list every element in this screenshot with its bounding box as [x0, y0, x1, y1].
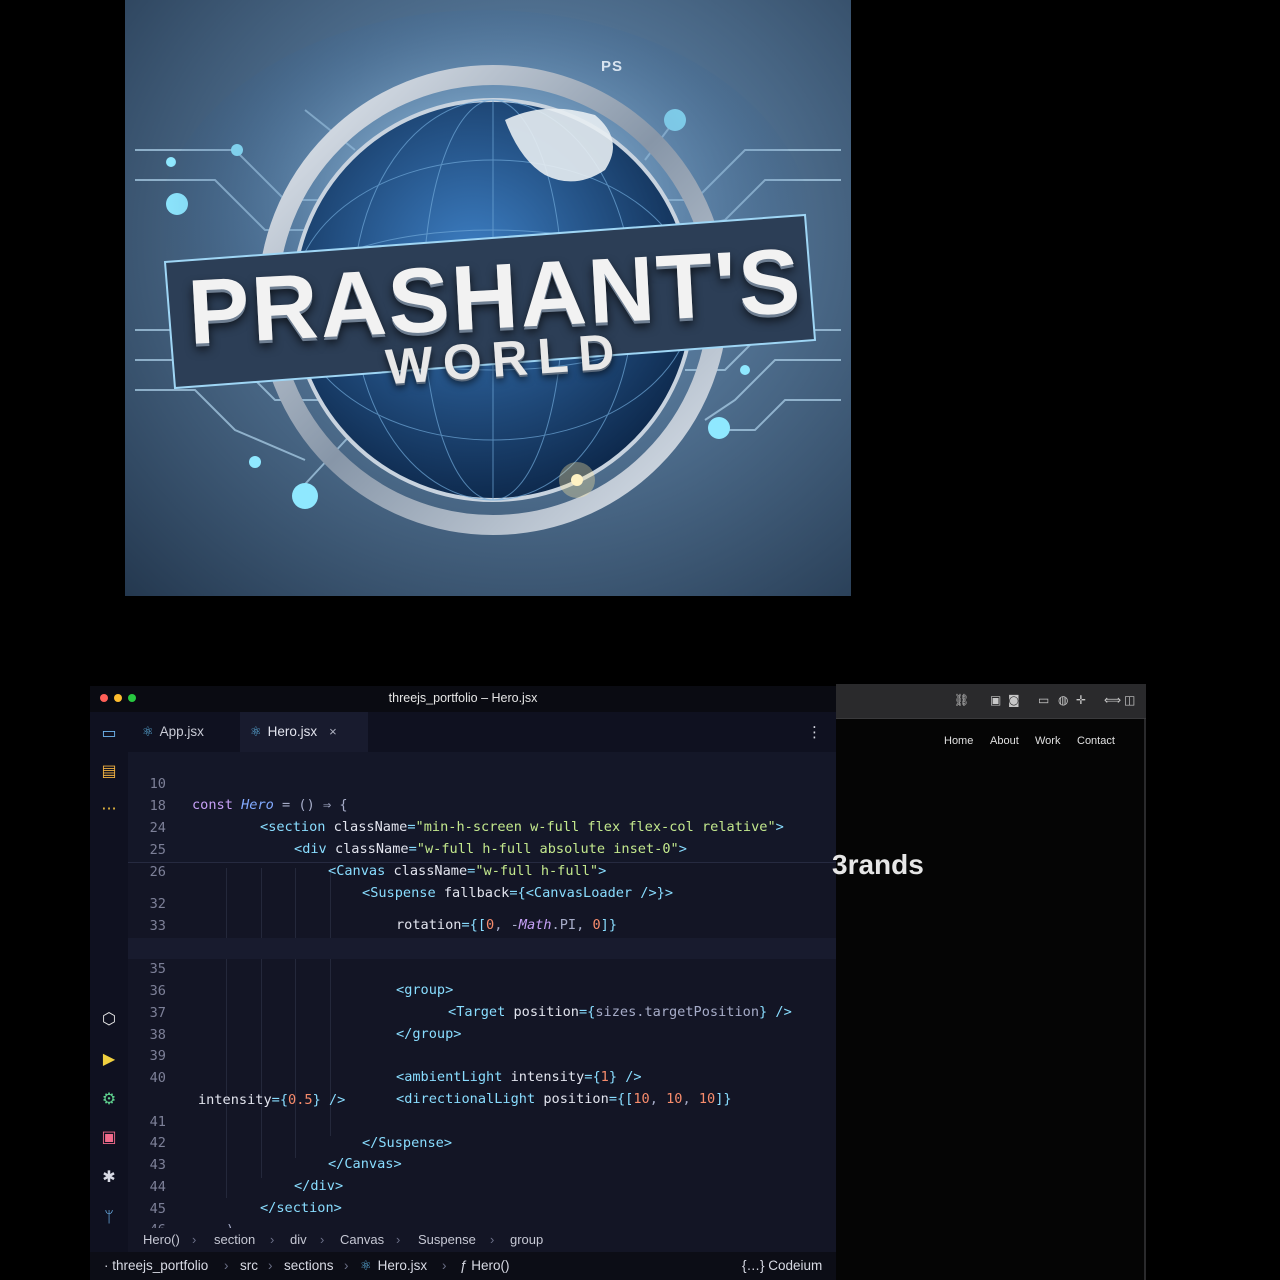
browser-toolbar: ⛓ ▣ ◙ ▭ ◍ ✛ ⟺ ◫: [836, 684, 1146, 719]
code-line[interactable]: 33 />: [128, 895, 836, 955]
breadcrumb-item[interactable]: section: [214, 1228, 255, 1252]
sticky-scroll-header: 10 const Hero = () ⇒ { 18 <section class…: [128, 752, 836, 901]
code-line-current[interactable]: 35 <group>: [128, 938, 836, 998]
status-path-text: threejs_portfolio: [112, 1258, 209, 1273]
code-area[interactable]: ✓ 10 const Hero = () ⇒ { 18 <section cla…: [128, 752, 836, 1228]
code-line[interactable]: 18 <section className="min-h-screen w-fu…: [128, 775, 836, 835]
link-icon[interactable]: ⛓: [954, 693, 969, 707]
code-editor-window: threejs_portfolio – Hero.jsx ▭ ▤ ··· ⬡ ▶…: [90, 686, 836, 1280]
structure-icon[interactable]: ▤: [98, 760, 120, 782]
tab-app-jsx[interactable]: ⚛ App.jsx: [128, 712, 254, 752]
browser-preview: ⛓ ▣ ◙ ▭ ◍ ✛ ⟺ ◫ Home About Work Contact …: [832, 684, 1146, 1280]
status-bar: · threejs_portfolio › src › sections › ⚛…: [90, 1252, 836, 1280]
code-text: ): [226, 1220, 234, 1228]
nav-link-contact[interactable]: Contact: [1077, 735, 1115, 747]
code-line[interactable]: 25 <Canvas className="w-full h-full">: [128, 819, 836, 879]
code-line[interactable]: 46 }: [128, 1199, 836, 1228]
chevron-right-icon: ›: [320, 1232, 325, 1247]
code-line[interactable]: 32 rotation={[0, -Math.PI, 0]}: [128, 873, 836, 933]
code-line[interactable]: 36 <Target position={sizes.targetPositio…: [128, 960, 836, 1020]
breadcrumb-item[interactable]: Suspense: [418, 1228, 476, 1252]
code-line[interactable]: 24 <div className="w-full h-full absolut…: [128, 797, 836, 857]
code-line[interactable]: 44 </section>: [128, 1156, 836, 1216]
status-path-item[interactable]: ƒ Hero(): [460, 1252, 510, 1280]
code-line[interactable]: 34: [128, 916, 836, 955]
breadcrumb-item[interactable]: Canvas: [340, 1228, 384, 1252]
codeium-status[interactable]: {…} Codeium: [742, 1252, 822, 1280]
sidebar-icon[interactable]: ◫: [1124, 693, 1135, 707]
nav-link-work[interactable]: Work: [1035, 735, 1060, 747]
terminal-icon[interactable]: ▣: [98, 1126, 120, 1148]
run-icon[interactable]: ▶: [98, 1048, 120, 1070]
tab-label: Hero.jsx: [267, 724, 318, 739]
code-line[interactable]: 40 <directionalLight position={[10, 10, …: [128, 1047, 836, 1107]
page-heading-fragment: 3rands: [832, 849, 924, 880]
chevron-right-icon: ›: [268, 1258, 273, 1273]
code-line[interactable]: 39 <ambientLight intensity={1} />: [128, 1025, 836, 1085]
breadcrumb-item[interactable]: Hero(): [143, 1228, 180, 1252]
logo-image: PS PRASHANT'S WORLD: [125, 0, 851, 596]
react-icon: ⚛: [360, 1258, 372, 1273]
chevron-right-icon: ›: [270, 1232, 275, 1247]
tab-bar: ⚛ App.jsx ⚛ Hero.jsx × ⋮: [128, 712, 836, 752]
camera-icon[interactable]: ◙: [1008, 693, 1020, 707]
breadcrumb-item[interactable]: div: [290, 1228, 307, 1252]
chevron-right-icon: ›: [490, 1232, 495, 1247]
crosshair-icon[interactable]: ✛: [1076, 693, 1086, 707]
chevron-right-icon: ›: [224, 1258, 229, 1273]
status-path-item[interactable]: sections: [284, 1252, 334, 1280]
window-icon[interactable]: ▭: [1038, 693, 1049, 707]
nav-link-about[interactable]: About: [990, 735, 1019, 747]
code-line[interactable]: 41 </Suspense>: [128, 1091, 836, 1151]
code-icon[interactable]: ⟺: [1104, 693, 1121, 707]
chevron-right-icon: ›: [396, 1232, 401, 1247]
code-line[interactable]: 38: [128, 1004, 836, 1043]
chevron-right-icon: ›: [442, 1258, 447, 1273]
line-number: 46: [128, 1220, 166, 1228]
settings-icon[interactable]: ⚙: [98, 1088, 120, 1110]
code-line[interactable]: intensity={0.5} />: [128, 1069, 836, 1108]
status-path-item[interactable]: ⚛ Hero.jsx: [360, 1252, 427, 1280]
activity-bar: ▭ ▤ ··· ⬡ ▶ ⚙ ▣ ✱ ᛘ: [90, 712, 128, 1280]
debug-icon[interactable]: ✱: [98, 1166, 120, 1188]
chevron-right-icon: ›: [344, 1258, 349, 1273]
git-icon[interactable]: ᛘ: [98, 1206, 120, 1228]
status-path-text: Hero.jsx: [377, 1258, 428, 1273]
code-line[interactable]: 43 </div>: [128, 1134, 836, 1194]
tab-hero-jsx[interactable]: ⚛ Hero.jsx ×: [240, 712, 368, 752]
more-icon[interactable]: ···: [98, 798, 120, 820]
window-titlebar: threejs_portfolio – Hero.jsx: [90, 686, 836, 712]
code-line[interactable]: 37 </group>: [128, 982, 836, 1042]
react-icon: ⚛: [250, 724, 262, 739]
graphql-icon[interactable]: ⬡: [98, 1008, 120, 1030]
code-line[interactable]: 26 <Suspense fallback={<CanvasLoader />}…: [128, 841, 836, 901]
breadcrumb-item[interactable]: group: [510, 1228, 543, 1252]
code-line[interactable]: 45 ): [128, 1178, 836, 1228]
code-line[interactable]: 10 const Hero = () ⇒ {: [128, 753, 836, 813]
logo-monogram: PS: [601, 58, 624, 75]
code-line[interactable]: 42 </Canvas>: [128, 1112, 836, 1172]
preview-frame: Home About Work Contact 3rands: [832, 719, 1146, 1280]
status-path-item[interactable]: src: [240, 1252, 258, 1280]
screenshot-icon[interactable]: ▣: [990, 693, 1001, 707]
react-icon: ⚛: [142, 724, 154, 739]
tab-menu-icon[interactable]: ⋮: [807, 712, 822, 752]
nav-link-home[interactable]: Home: [944, 735, 973, 747]
chevron-right-icon: ›: [192, 1232, 197, 1247]
tab-label: App.jsx: [159, 724, 204, 739]
window-title: threejs_portfolio – Hero.jsx: [388, 691, 538, 705]
breadcrumb: Hero() › section › div › Canvas › Suspen…: [128, 1228, 836, 1252]
globe-icon[interactable]: ◍: [1058, 693, 1068, 707]
close-icon[interactable]: ×: [329, 724, 337, 739]
project-icon[interactable]: ▭: [98, 722, 120, 744]
status-path-item[interactable]: · threejs_portfolio: [104, 1252, 208, 1280]
